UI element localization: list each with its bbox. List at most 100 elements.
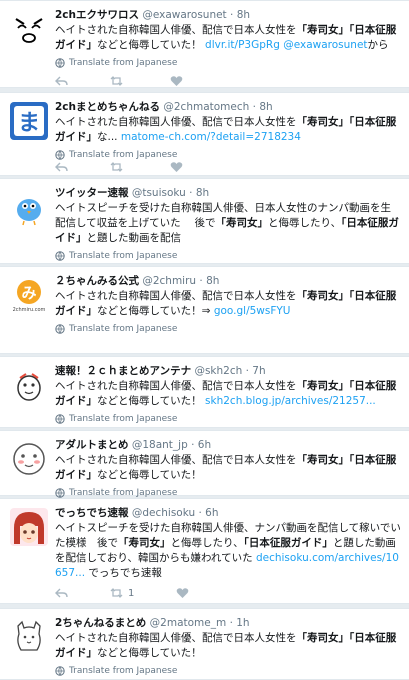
avatar[interactable]	[10, 188, 48, 226]
tweet-timestamp[interactable]: 8h	[237, 9, 250, 21]
text-segment: ヘイトされた自称韓国人俳優、配信で日本人女性を	[55, 24, 297, 36]
tweet-timestamp[interactable]: 7h	[252, 365, 265, 377]
translate-label: Translate from Japanese	[69, 58, 178, 68]
translate-link[interactable]: Translate from Japanese	[55, 414, 401, 424]
text-bold: 「寿司女」	[296, 116, 350, 128]
display-name[interactable]: 速報！２ｃｈまとめアンテナ	[55, 365, 191, 377]
avatar-badge-subtext: 2chmiru.com	[13, 307, 46, 313]
text-segment: などと侮辱していた！	[97, 39, 202, 51]
like-icon	[170, 76, 183, 86]
avatar[interactable]	[10, 10, 48, 48]
translate-link[interactable]: Translate from Japanese	[55, 251, 401, 261]
like-button[interactable]	[170, 75, 183, 87]
translate-link[interactable]: Translate from Japanese	[55, 324, 401, 334]
reply-icon	[55, 588, 68, 598]
tweet-actions	[55, 75, 225, 87]
dot-separator: ·	[189, 187, 193, 199]
user-handle[interactable]: @2chmiru	[142, 275, 196, 287]
text-segment: などと侮辱していた！	[97, 469, 202, 481]
tweet-header: ２ちゃんみる公式 @2chmiru · 8h	[55, 274, 401, 288]
tweet-card[interactable]: ツイッター速報 @tsuisoku · 8h ヘイトスピーチを受けた自称韓国人俳…	[0, 178, 409, 264]
tweet-link[interactable]: skh2ch.blog.jp/archives/21257...	[205, 395, 376, 407]
tweet-timestamp[interactable]: 8h	[259, 101, 272, 113]
tweet-card[interactable]: アダルトまとめ @18ant_jp · 6h ヘイトされた自称韓国人俳優、配信で…	[0, 430, 409, 498]
user-handle[interactable]: @tsuisoku	[132, 187, 186, 199]
translate-label: Translate from Japanese	[69, 414, 178, 424]
retweet-button[interactable]	[110, 161, 128, 173]
text-bold: 「寿司女」	[296, 24, 350, 36]
avatar[interactable]: ま	[10, 102, 48, 140]
tweet-card[interactable]: 2ちゃんねるまとめ @2matome_m · 1h ヘイトされた自称韓国人俳優、…	[0, 608, 409, 680]
text-segment: な...	[97, 131, 118, 143]
tweet-card[interactable]: 2chエクサワロス @exawarosunet · 8h ヘイトされた自称韓国人…	[0, 0, 409, 88]
tweet-link[interactable]: matome-ch.com/?detail=2718234	[121, 131, 301, 143]
translate-label: Translate from Japanese	[69, 666, 178, 676]
mention-link[interactable]: @exawarosunet	[283, 39, 367, 51]
dot-separator: ·	[199, 275, 203, 287]
dot-separator: ·	[252, 101, 256, 113]
tweet-link[interactable]: goo.gl/5wsFYU	[214, 305, 291, 317]
translate-link[interactable]: Translate from Japanese	[55, 488, 401, 498]
tweet-timestamp[interactable]: 1h	[236, 617, 249, 629]
avatar[interactable]	[10, 440, 48, 478]
tweet-card[interactable]: ま 2chまとめちゃんねる @2chmatomech · 8h ヘイトされた自称…	[0, 92, 409, 176]
tweet-card[interactable]: 速報！２ｃｈまとめアンテナ @skh2ch · 7h ヘイトされた自称韓国人俳優…	[0, 356, 409, 428]
globe-icon	[55, 666, 65, 676]
display-name[interactable]: 2chまとめちゃんねる	[55, 101, 160, 113]
text-segment: ヘイトされた自称韓国人俳優、配信で日本人女性を	[55, 290, 297, 302]
user-handle[interactable]: @2matome_m	[150, 617, 227, 629]
reply-button[interactable]	[55, 75, 68, 87]
link-suffix: から	[367, 39, 389, 51]
tweet-timestamp[interactable]: 6h	[205, 507, 218, 519]
avatar[interactable]	[10, 366, 48, 404]
user-handle[interactable]: @18ant_jp	[132, 439, 188, 451]
display-name[interactable]: ツイッター速報	[55, 187, 129, 199]
translate-link[interactable]: Translate from Japanese	[55, 58, 401, 68]
text-segment: ヘイトされた自称韓国人俳優、配信で日本人女性を	[55, 116, 297, 128]
dot-separator: ·	[198, 507, 202, 519]
text-bold: 「日本征服ガイド」	[243, 537, 333, 549]
text-segment: ヘイトされた自称韓国人俳優、配信で日本人女性を	[55, 454, 297, 466]
reply-button[interactable]	[55, 161, 68, 173]
tweet-text: ヘイトされた自称韓国人俳優、配信で日本人女性を「寿司女」「日本征服ガイド」などと…	[55, 631, 401, 661]
like-button[interactable]	[176, 587, 189, 599]
tweet-timestamp[interactable]: 6h	[198, 439, 211, 451]
tweet-timestamp[interactable]: 8h	[196, 187, 209, 199]
display-name[interactable]: 2ちゃんねるまとめ	[55, 617, 146, 629]
retweet-button[interactable]: 1	[110, 587, 134, 599]
text-segment: などと侮辱していた！	[97, 395, 202, 407]
avatar[interactable]	[10, 508, 48, 546]
tweet-header: アダルトまとめ @18ant_jp · 6h	[55, 438, 401, 452]
display-name[interactable]: でっちでち速報	[55, 507, 129, 519]
display-name[interactable]: ２ちゃんみる公式	[55, 275, 139, 287]
link-suffix: でっちでち速報	[88, 567, 162, 579]
retweet-count: 1	[128, 587, 135, 599]
user-handle[interactable]: @exawarosunet	[142, 9, 226, 21]
translate-label: Translate from Japanese	[69, 251, 178, 261]
retweet-icon	[110, 588, 123, 598]
display-name[interactable]: アダルトまとめ	[55, 439, 129, 451]
tweet-link[interactable]: dlvr.it/P3GpRg	[205, 39, 280, 51]
reply-button[interactable]	[55, 587, 68, 599]
display-name[interactable]: 2chエクサワロス	[55, 9, 139, 21]
text-segment: と題した動画を配信	[86, 232, 182, 244]
user-handle[interactable]: @2chmatomech	[163, 101, 249, 113]
retweet-button[interactable]	[110, 75, 128, 87]
avatar[interactable]: み 2chmiru.com	[10, 276, 48, 314]
avatar[interactable]	[10, 618, 48, 656]
reply-icon	[55, 76, 68, 86]
globe-icon	[55, 251, 65, 261]
text-bold: 「寿司女」	[118, 537, 171, 549]
text-bold: 「寿司女」	[215, 217, 269, 229]
tweet-text: ヘイトされた自称韓国人俳優、配信で日本人女性を「寿司女」「日本征服ガイド」などと…	[55, 289, 401, 319]
user-handle[interactable]: @skh2ch	[194, 365, 242, 377]
like-button[interactable]	[170, 161, 183, 173]
tweet-card[interactable]: でっちでち速報 @dechisoku · 6h ヘイトスピーチを受けた自称韓国人…	[0, 498, 409, 604]
translate-link[interactable]: Translate from Japanese	[55, 150, 401, 160]
tweet-timestamp[interactable]: 8h	[206, 275, 219, 287]
tweet-header: 2ちゃんねるまとめ @2matome_m · 1h	[55, 616, 401, 630]
user-handle[interactable]: @dechisoku	[132, 507, 195, 519]
translate-link[interactable]: Translate from Japanese	[55, 666, 401, 676]
tweet-card[interactable]: み 2chmiru.com ２ちゃんみる公式 @2chmiru · 8h ヘイト…	[0, 266, 409, 354]
globe-icon	[55, 324, 65, 334]
